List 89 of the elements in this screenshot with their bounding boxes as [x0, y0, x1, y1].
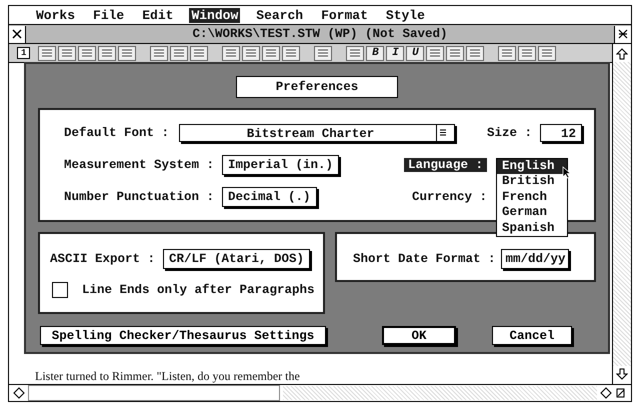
lines-icon	[349, 48, 362, 58]
lines-icon	[153, 48, 166, 58]
lines-icon	[285, 48, 298, 58]
value-field[interactable]: CR/LF (Atari, DOS)	[163, 248, 310, 268]
toolbar-button[interactable]	[314, 46, 332, 60]
lines-icon	[521, 48, 534, 58]
cancel-button[interactable]: Cancel	[492, 326, 572, 345]
toolbar-button[interactable]	[78, 46, 96, 60]
resize-icon	[615, 387, 627, 399]
lines-icon	[541, 48, 554, 58]
menu-option[interactable]: British	[497, 174, 567, 190]
menu-item[interactable]: Format	[319, 8, 370, 22]
menu-item[interactable]: Edit	[140, 8, 176, 22]
scroll-left-icon	[13, 387, 25, 399]
toolbar-button[interactable]	[262, 46, 280, 60]
lines-icon	[41, 48, 54, 58]
lines-icon	[449, 48, 462, 58]
scroll-right-icon	[600, 387, 612, 399]
page-number: 1	[17, 47, 30, 59]
field-label: Short Date Format :	[352, 252, 496, 266]
menu-item[interactable]: Search	[254, 8, 306, 22]
field-label: Default Font :	[64, 126, 170, 140]
dialog-title: Preferences	[236, 76, 398, 98]
scroll-up-icon	[616, 48, 628, 60]
toolbar-button[interactable]	[426, 46, 444, 60]
font-field[interactable]: Bitstream Charter	[179, 124, 456, 142]
style-button[interactable]: I	[386, 46, 404, 60]
value-field[interactable]: Decimal (.)	[222, 186, 317, 206]
toolbar-button[interactable]	[118, 46, 136, 60]
toolbar-button[interactable]	[222, 46, 240, 60]
checkbox[interactable]	[52, 282, 68, 298]
lines-icon	[429, 48, 442, 58]
toolbar-button[interactable]	[150, 46, 168, 60]
menu-item[interactable]: File	[91, 8, 126, 22]
value-field[interactable]: mm/dd/yy	[501, 248, 570, 268]
horizontal-scrollbar[interactable]	[9, 384, 631, 401]
lines-icon	[501, 48, 514, 58]
lines-icon	[101, 48, 114, 58]
field-label: Language :	[404, 158, 488, 172]
field-label: ASCII Export :	[50, 252, 156, 266]
document-text: Lister turned to Rimmer. "Listen, do you remember the	[34, 368, 301, 384]
field-label: Size :	[487, 126, 532, 140]
lines-icon	[173, 48, 186, 58]
lines-icon	[81, 48, 94, 58]
toolbar-button[interactable]	[446, 46, 464, 60]
menu-item[interactable]: Window	[189, 8, 240, 22]
lines-icon	[61, 48, 74, 58]
style-button[interactable]: U	[406, 46, 424, 60]
value-field[interactable]: Imperial (in.)	[222, 154, 340, 174]
menu-option[interactable]: English	[497, 158, 567, 174]
field-label: Measurement System :	[64, 158, 214, 172]
window-title: C:\WORKS\TEST.STW (WP) (Not Saved)	[191, 27, 449, 41]
toolbar-button[interactable]	[346, 46, 364, 60]
menu-item[interactable]: Works	[34, 8, 78, 22]
toolbar-button[interactable]	[58, 46, 76, 60]
menu-option[interactable]: Spanish	[497, 220, 567, 236]
lines-icon	[317, 48, 330, 58]
toolbar-button[interactable]	[538, 46, 556, 60]
lines-icon	[245, 48, 258, 58]
lines-icon	[225, 48, 238, 58]
menu-item[interactable]: Style	[384, 8, 427, 22]
toolbar-button[interactable]	[282, 46, 300, 60]
vertical-scrollbar[interactable]	[612, 44, 631, 384]
settings-button[interactable]: Spelling Checker/Thesaurus Settings	[40, 326, 326, 345]
toolbar-button[interactable]	[190, 46, 208, 60]
toolbar-button[interactable]	[38, 46, 56, 60]
lines-icon	[193, 48, 206, 58]
close-button[interactable]	[9, 26, 26, 42]
toolbar-button[interactable]	[466, 46, 484, 60]
style-button[interactable]: B	[366, 46, 384, 60]
fuller-icon	[618, 29, 628, 39]
toolbar-button[interactable]	[170, 46, 188, 60]
value-field[interactable]: 12	[540, 124, 582, 142]
menu-option[interactable]: German	[497, 205, 567, 220]
toolbar-button[interactable]	[242, 46, 260, 60]
close-icon	[12, 29, 22, 39]
scroll-down-icon	[616, 368, 628, 380]
field-label: Currency :	[412, 190, 488, 204]
fuller-button[interactable]	[614, 26, 631, 42]
lines-icon	[121, 48, 134, 58]
menu-option[interactable]: French	[497, 190, 567, 205]
lines-icon	[469, 48, 482, 58]
toolbar-button[interactable]	[518, 46, 536, 60]
checkbox-label: Line Ends only after Paragraphs	[82, 282, 315, 296]
toolbar-button[interactable]	[98, 46, 116, 60]
lines-icon	[265, 48, 278, 58]
ok-button[interactable]: OK	[382, 326, 456, 345]
toolbar-button[interactable]	[498, 46, 516, 60]
field-label: Number Punctuation :	[64, 190, 214, 204]
